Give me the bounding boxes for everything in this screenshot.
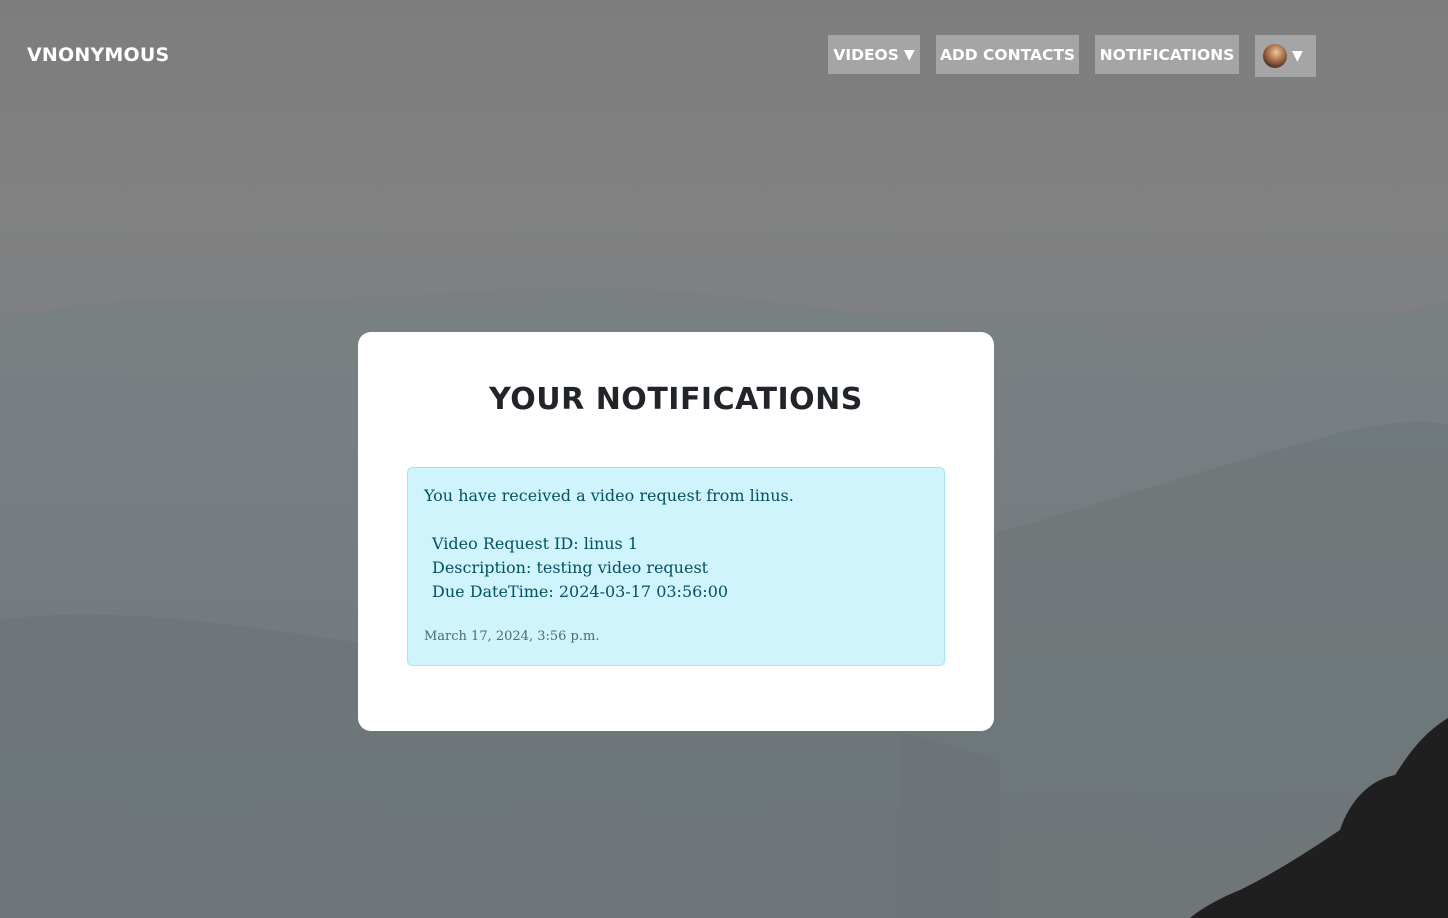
- notification-item: You have received a video request from l…: [407, 467, 945, 666]
- notifications-card: YOUR NOTIFICATIONS You have received a v…: [358, 332, 994, 731]
- video-request-due: Due DateTime: 2024-03-17 03:56:00: [432, 582, 729, 601]
- brand-logo[interactable]: VNONYMOUS: [27, 44, 169, 66]
- videos-menu-button[interactable]: VIDEOS ▼: [828, 35, 920, 74]
- caret-down-icon: ▼: [903, 46, 915, 63]
- notifications-button[interactable]: NOTIFICATIONS: [1095, 35, 1239, 74]
- profile-menu-button[interactable]: ▼: [1255, 35, 1316, 77]
- notifications-label: NOTIFICATIONS: [1099, 45, 1235, 64]
- notification-message: You have received a video request from l…: [424, 486, 794, 505]
- add-contacts-label: ADD CONTACTS: [939, 45, 1076, 64]
- videos-menu-label: VIDEOS: [833, 45, 899, 64]
- video-request-description: Description: testing video request: [432, 558, 709, 577]
- page-title: YOUR NOTIFICATIONS: [489, 382, 863, 417]
- video-request-id: Video Request ID: linus 1: [432, 534, 639, 553]
- caret-down-icon: ▼: [1292, 48, 1303, 64]
- avatar: [1263, 44, 1287, 68]
- notification-timestamp: March 17, 2024, 3:56 p.m.: [424, 629, 600, 644]
- add-contacts-button[interactable]: ADD CONTACTS: [936, 35, 1079, 74]
